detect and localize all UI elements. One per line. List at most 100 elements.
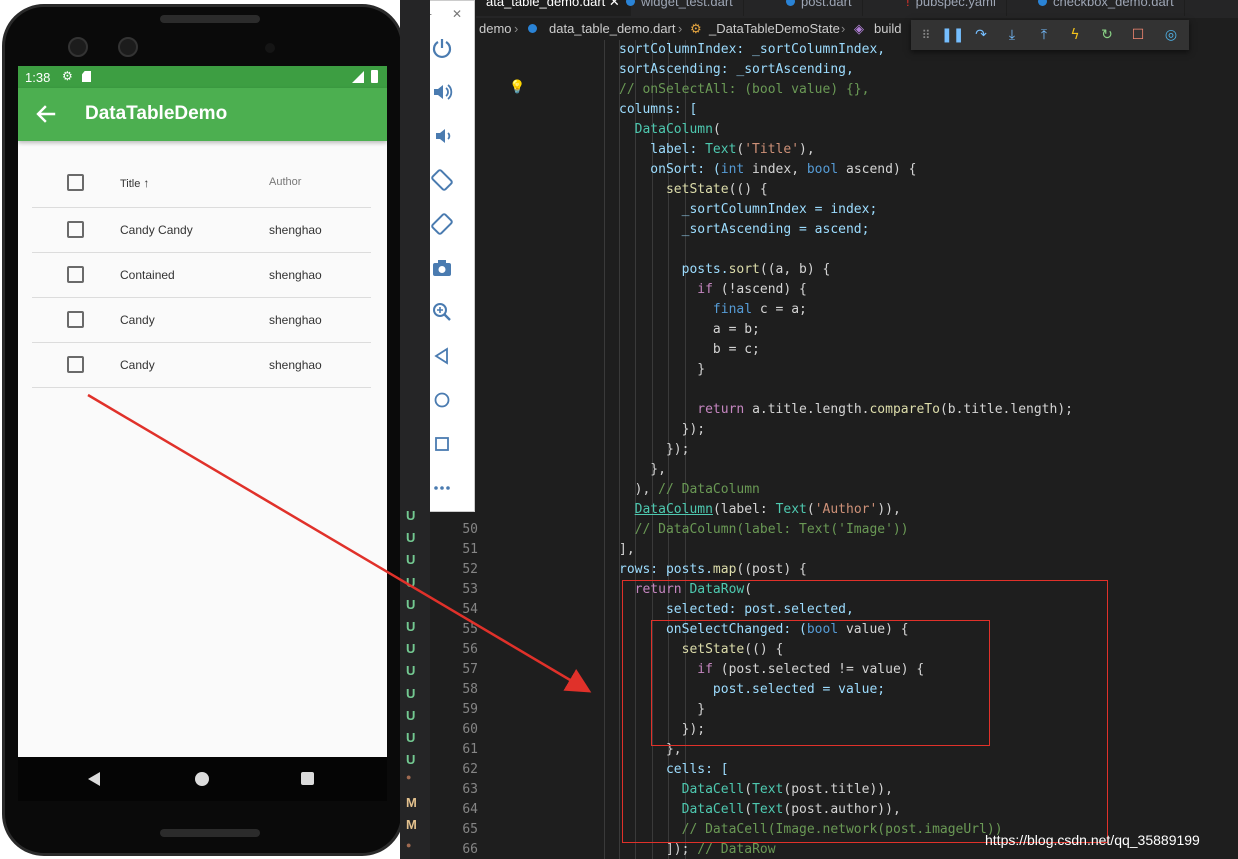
nav-home-icon[interactable]	[195, 772, 209, 786]
step-into-icon[interactable]: ⤓	[1003, 26, 1021, 44]
code-line[interactable]: rows: posts.map((post) {	[619, 562, 807, 577]
rotate-left-icon[interactable]	[429, 167, 455, 193]
code-line[interactable]: if (!ascend) {	[619, 282, 807, 297]
code-line[interactable]: _sortColumnIndex = index;	[619, 202, 878, 217]
code-line[interactable]: b = c;	[619, 342, 760, 357]
phone-screen: 1:38 ⚙ DataTableDemo Title ↑ Author Candy…	[18, 66, 387, 801]
code-line[interactable]: // DataColumn(label: Text('Image'))	[619, 522, 909, 537]
code-token: index,	[744, 162, 807, 177]
code-line[interactable]: columns: [	[619, 102, 697, 117]
column-header-title-label: Title	[120, 178, 141, 190]
code-line[interactable]: // onSelectAll: (bool value) {},	[619, 82, 869, 97]
code-line[interactable]: },	[619, 462, 666, 477]
watermark: https://blog.csdn.net/qq_35889199	[985, 832, 1200, 848]
code-token: compareTo	[869, 402, 940, 417]
table-row[interactable]: Candy Candy shenghao	[32, 208, 371, 253]
scm-dot-marker: ●	[406, 772, 412, 782]
hot-reload-icon[interactable]: ϟ	[1066, 26, 1084, 44]
cell-title: Candy	[120, 313, 155, 327]
tab-data-table-demo[interactable]: ata_table_demo.dart ✕	[476, 0, 631, 16]
step-out-icon[interactable]: ⤒	[1035, 26, 1053, 44]
home-icon[interactable]	[429, 387, 455, 413]
code-token: sortColumnIndex: _sortColumnIndex,	[619, 42, 886, 57]
code-line[interactable]: });	[619, 422, 705, 437]
line-number: 61	[462, 742, 478, 757]
nav-back-icon[interactable]	[88, 772, 100, 786]
code-line[interactable]: _sortAscending = ascend;	[619, 222, 870, 237]
code-line[interactable]: DataColumn(	[619, 122, 721, 137]
code-token: }	[619, 362, 706, 377]
select-all-checkbox[interactable]	[67, 174, 84, 191]
breadcrumb-item[interactable]: data_table_demo.dart	[549, 21, 675, 36]
code-token: c = a;	[752, 302, 807, 317]
breadcrumb-item[interactable]: _DataTableDemoState	[709, 21, 840, 36]
volume-down-icon[interactable]	[429, 123, 455, 149]
code-line[interactable]: });	[619, 442, 690, 457]
breadcrumb-item[interactable]: build	[874, 21, 901, 36]
pause-icon[interactable]: ❚❚	[941, 26, 964, 44]
breadcrumb-item[interactable]: demo	[479, 21, 512, 36]
power-icon[interactable]	[429, 35, 455, 61]
code-line[interactable]: onSort: (int index, bool ascend) {	[619, 162, 916, 177]
row-checkbox[interactable]	[67, 356, 84, 373]
table-row[interactable]: Candy shenghao	[32, 343, 371, 388]
scm-dot-marker: ●	[406, 840, 412, 850]
rotate-right-icon[interactable]	[429, 211, 455, 237]
code-line[interactable]: label: Text('Title'),	[619, 142, 814, 157]
zoom-icon[interactable]	[429, 299, 455, 325]
table-row[interactable]: Candy shenghao	[32, 298, 371, 343]
row-checkbox[interactable]	[67, 266, 84, 283]
table-row[interactable]: Contained shenghao	[32, 253, 371, 298]
line-number: 60	[462, 722, 478, 737]
devtools-icon[interactable]: ◎	[1162, 26, 1180, 44]
code-token: (label:	[712, 502, 776, 517]
scm-untracked-marker: U	[406, 575, 416, 590]
nav-recents-icon[interactable]	[301, 772, 314, 785]
lightbulb-icon[interactable]: 💡	[509, 80, 525, 95]
grip-icon[interactable]: ⠿	[917, 26, 935, 44]
code-line[interactable]: sortAscending: _sortAscending,	[619, 62, 854, 77]
tab-pubspec[interactable]: ! pubspec.yaml	[896, 0, 1007, 16]
code-token: rows: posts.	[619, 562, 713, 577]
code-token: ),	[619, 482, 659, 497]
code-line[interactable]: posts.sort((a, b) {	[619, 262, 831, 277]
line-number: 53	[462, 582, 478, 597]
row-checkbox[interactable]	[67, 311, 84, 328]
code-line[interactable]: setState(() {	[619, 182, 768, 197]
code-line[interactable]: return a.title.length.compareTo(b.title.…	[619, 402, 1073, 417]
step-over-icon[interactable]: ↷	[972, 26, 990, 44]
code-token: label:	[619, 142, 706, 157]
close-icon[interactable]: ✕	[452, 7, 462, 21]
battery-icon	[371, 70, 378, 83]
code-token: Text	[705, 142, 737, 157]
cell-author: shenghao	[269, 358, 322, 372]
code-line[interactable]: DataColumn(label: Text('Author')),	[619, 502, 901, 517]
code-token: a = b;	[619, 322, 760, 337]
overview-icon[interactable]	[429, 431, 455, 457]
back-arrow-icon[interactable]	[32, 100, 60, 128]
line-number: 57	[462, 662, 478, 677]
volume-up-icon[interactable]	[429, 79, 455, 105]
code-line[interactable]: ]); // DataRow	[619, 842, 776, 857]
code-line[interactable]: ],	[619, 542, 635, 557]
tab-post[interactable]: post.dart	[776, 0, 863, 16]
tab-checkbox-demo[interactable]: checkbox_demo.dart	[1028, 0, 1185, 16]
code-line[interactable]: a = b;	[619, 322, 760, 337]
code-line[interactable]: final c = a;	[619, 302, 807, 317]
row-checkbox[interactable]	[67, 221, 84, 238]
more-icon[interactable]	[429, 475, 455, 501]
back-icon[interactable]	[429, 343, 455, 369]
tab-widget-test[interactable]: widget_test.dart	[616, 0, 744, 16]
code-line[interactable]: ), // DataColumn	[619, 482, 760, 497]
code-line[interactable]: sortColumnIndex: _sortColumnIndex,	[619, 42, 885, 57]
column-header-title[interactable]: Title ↑	[120, 176, 149, 190]
dart-file-icon	[626, 0, 635, 6]
restart-icon[interactable]: ↻	[1098, 26, 1116, 44]
camera-icon[interactable]	[429, 255, 455, 281]
code-line[interactable]: }	[619, 362, 705, 377]
code-token: ],	[619, 542, 635, 557]
stop-icon[interactable]: ☐	[1129, 26, 1147, 44]
